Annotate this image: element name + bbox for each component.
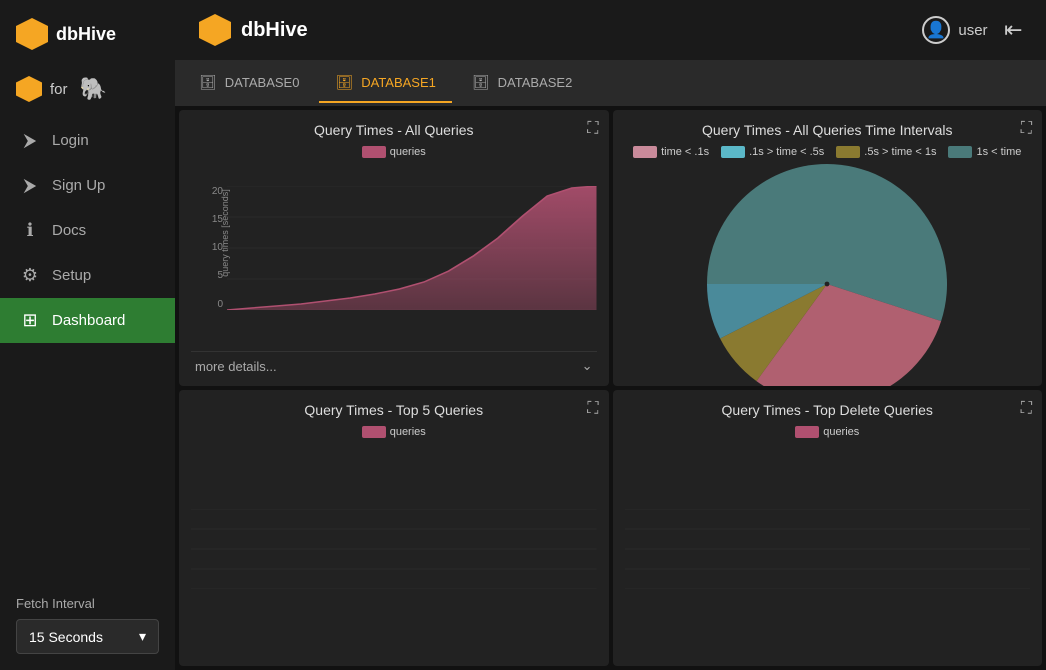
sidebar: dbHive for 🐘 ⮞ Login ⮞ Sign Up ℹ Docs ⚙ … <box>0 0 175 670</box>
area-chart-svg <box>227 186 597 310</box>
chart-all-queries-title: Query Times - All Queries <box>191 122 597 138</box>
tab-database1[interactable]: 🗄 DATABASE1 <box>319 64 451 103</box>
legend-01to05: .1s > time < .5s <box>721 146 824 158</box>
sidebar-item-signup[interactable]: ⮞ Sign Up <box>0 163 175 208</box>
chevron-down-more: ⌄ <box>582 358 593 374</box>
sidebar-hex-sm <box>16 76 42 102</box>
more-details-label: more details... <box>195 359 277 374</box>
legend-05to1: .5s > time < 1s <box>836 146 936 158</box>
header-hex-icon <box>199 14 231 46</box>
chart-top5: ⛶ Query Times - Top 5 Queries queries <box>179 390 609 666</box>
logo-hex-icon <box>16 18 48 50</box>
logout-button[interactable]: ⇥ <box>1004 17 1022 43</box>
setup-icon: ⚙ <box>20 265 40 286</box>
legend-lt01-swatch <box>633 146 657 158</box>
chart-top-delete: ⛶ Query Times - Top Delete Queries queri… <box>613 390 1043 666</box>
chart-top-delete-title: Query Times - Top Delete Queries <box>625 402 1031 418</box>
postgres-icon: 🐘 <box>80 76 107 102</box>
tab-database2[interactable]: 🗄 DATABASE2 <box>456 64 588 103</box>
legend-queries: queries <box>362 146 426 158</box>
sidebar-item-login[interactable]: ⮞ Login <box>0 118 175 163</box>
legend-top5-swatch <box>362 426 386 438</box>
y-label-0: 0 <box>217 299 223 310</box>
expand-top5-btn[interactable]: ⛶ <box>587 400 598 418</box>
sidebar-label-setup: Setup <box>52 267 91 284</box>
legend-top5-label: queries <box>390 426 426 438</box>
legend-01to05-label: .1s > time < .5s <box>749 146 824 158</box>
legend-queries-swatch <box>362 146 386 158</box>
dashboard-icon: ⊞ <box>20 310 40 331</box>
header-right: 👤 user ⇥ <box>922 16 1022 44</box>
user-info: 👤 user <box>922 16 987 44</box>
chevron-down-icon: ▾ <box>139 628 146 645</box>
tabs-bar: 🗄 DATABASE0 🗄 DATABASE1 🗄 DATABASE2 <box>175 60 1046 106</box>
login-icon: ⮞ <box>20 130 40 151</box>
more-details-btn[interactable]: more details... ⌄ <box>191 351 597 374</box>
chart-time-intervals-title: Query Times - All Queries Time Intervals <box>625 122 1031 138</box>
legend-05to1-swatch <box>836 146 860 158</box>
chart-top5-title: Query Times - Top 5 Queries <box>191 402 597 418</box>
chart-time-intervals-area <box>625 164 1031 386</box>
tab-database0[interactable]: 🗄 DATABASE0 <box>183 64 315 103</box>
dashboard: ⛶ Query Times - All Queries queries 20 1… <box>175 106 1046 670</box>
user-label: user <box>958 22 987 39</box>
header: dbHive 👤 user ⇥ <box>175 0 1046 60</box>
sidebar-nav: ⮞ Login ⮞ Sign Up ℹ Docs ⚙ Setup ⊞ Dashb… <box>0 118 175 580</box>
sidebar-item-setup[interactable]: ⚙ Setup <box>0 253 175 298</box>
sidebar-label-login: Login <box>52 132 89 149</box>
user-avatar: 👤 <box>922 16 950 44</box>
sidebar-label-signup: Sign Up <box>52 177 105 194</box>
sidebar-db-row: for 🐘 <box>0 68 175 118</box>
expand-top-delete-btn[interactable]: ⛶ <box>1021 400 1032 418</box>
legend-delete-label: queries <box>823 426 859 438</box>
sidebar-label-docs: Docs <box>52 222 86 239</box>
legend-lt01-label: time < .1s <box>661 146 709 158</box>
chart-all-queries-legend: queries <box>191 146 597 158</box>
legend-gt1: 1s < time <box>948 146 1021 158</box>
tab-database1-label: DATABASE1 <box>361 75 436 90</box>
pie-chart-svg <box>707 164 947 386</box>
chart-top5-legend: queries <box>191 426 597 438</box>
sidebar-item-dashboard[interactable]: ⊞ Dashboard <box>0 298 175 343</box>
tab-database2-label: DATABASE2 <box>498 75 573 90</box>
legend-delete-queries: queries <box>795 426 859 438</box>
fetch-interval-value: 15 Seconds <box>29 629 103 645</box>
sidebar-label-dashboard: Dashboard <box>52 312 125 329</box>
db0-icon: 🗄 <box>199 74 217 91</box>
legend-top5-queries: queries <box>362 426 426 438</box>
legend-lt01: time < .1s <box>633 146 709 158</box>
docs-icon: ℹ <box>20 220 40 241</box>
header-app-name: dbHive <box>241 19 308 42</box>
sidebar-logo: dbHive <box>0 0 175 68</box>
expand-all-queries-btn[interactable]: ⛶ <box>587 120 598 138</box>
signup-icon: ⮞ <box>20 175 40 196</box>
sidebar-item-docs[interactable]: ℹ Docs <box>0 208 175 253</box>
legend-delete-swatch <box>795 426 819 438</box>
chart-top-delete-area <box>625 444 1031 654</box>
legend-gt1-swatch <box>948 146 972 158</box>
legend-queries-label: queries <box>390 146 426 158</box>
db2-icon: 🗄 <box>472 74 490 91</box>
chart-top5-area <box>191 444 597 654</box>
chart-time-intervals: ⛶ Query Times - All Queries Time Interva… <box>613 110 1043 386</box>
legend-gt1-label: 1s < time <box>976 146 1021 158</box>
sidebar-app-name: dbHive <box>56 24 116 45</box>
expand-time-intervals-btn[interactable]: ⛶ <box>1021 120 1032 138</box>
legend-01to05-swatch <box>721 146 745 158</box>
chart-all-queries-area: 20 15 10 5 0 query times [seconds] <box>191 164 597 347</box>
chart-time-intervals-legend: time < .1s .1s > time < .5s .5s > time <… <box>625 146 1031 158</box>
chart-all-queries: ⛶ Query Times - All Queries queries 20 1… <box>179 110 609 386</box>
fetch-interval-dropdown[interactable]: 15 Seconds ▾ <box>16 619 159 654</box>
db1-icon: 🗄 <box>335 74 353 91</box>
delete-chart-svg <box>625 509 1031 589</box>
fetch-interval-section: Fetch Interval 15 Seconds ▾ <box>0 580 175 670</box>
top5-chart-svg <box>191 509 597 589</box>
chart-top-delete-legend: queries <box>625 426 1031 438</box>
header-logo: dbHive <box>199 14 308 46</box>
sidebar-db-label: for <box>50 81 68 98</box>
main-content: dbHive 👤 user ⇥ 🗄 DATABASE0 🗄 DATABASE1 … <box>175 0 1046 670</box>
legend-05to1-label: .5s > time < 1s <box>864 146 936 158</box>
tab-database0-label: DATABASE0 <box>225 75 300 90</box>
fetch-interval-label: Fetch Interval <box>16 596 159 611</box>
